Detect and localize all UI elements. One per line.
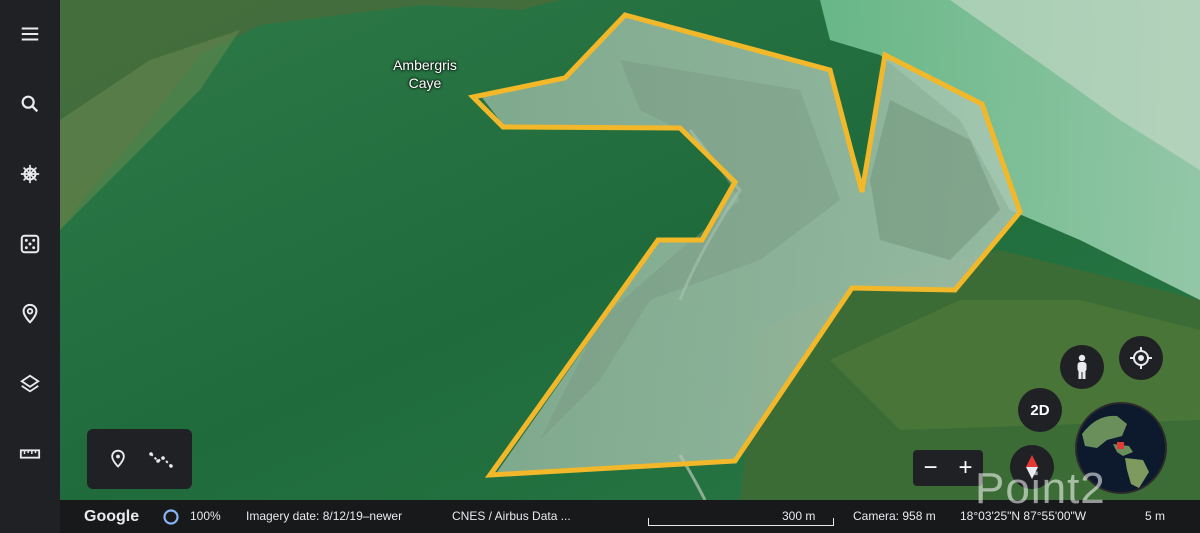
menu-icon bbox=[21, 27, 39, 41]
ruler-icon bbox=[19, 449, 41, 459]
point2-watermark: Point2 bbox=[975, 464, 1106, 513]
add-placemark-button[interactable] bbox=[102, 443, 134, 475]
my-location-button[interactable] bbox=[1119, 336, 1163, 380]
map-place-label: Ambergris Caye bbox=[370, 56, 480, 92]
data-attribution[interactable]: CNES / Airbus Data ... bbox=[452, 500, 571, 533]
place-label-line-2: Caye bbox=[408, 75, 442, 91]
loading-ring-icon bbox=[163, 509, 179, 525]
projects-button[interactable] bbox=[10, 294, 50, 334]
search-button[interactable] bbox=[10, 84, 50, 124]
zoom-controls: − + bbox=[913, 450, 983, 486]
search-icon bbox=[21, 95, 39, 113]
scale-bar bbox=[648, 518, 834, 526]
street-view-button[interactable] bbox=[1060, 345, 1104, 389]
loading-percent: 100% bbox=[190, 509, 221, 523]
path-icon bbox=[148, 452, 173, 468]
google-logo: Google bbox=[84, 508, 140, 525]
crosshair-icon bbox=[1130, 347, 1152, 369]
voyager-icon bbox=[20, 164, 40, 184]
zoom-out-button[interactable]: − bbox=[923, 450, 937, 486]
layers-icon bbox=[20, 374, 40, 393]
camera-altitude: Camera: 958 m bbox=[853, 509, 936, 523]
dice-icon bbox=[20, 234, 40, 254]
location-pin-icon bbox=[22, 303, 38, 324]
place-label-line-1: Ambergris bbox=[393, 57, 457, 73]
drawing-tools-panel bbox=[87, 429, 192, 489]
scale-label: 300 m bbox=[782, 509, 816, 523]
placemark-icon bbox=[111, 449, 126, 468]
pegman-icon bbox=[1077, 354, 1087, 379]
zoom-in-button[interactable]: + bbox=[958, 450, 972, 486]
voyager-button[interactable] bbox=[10, 154, 50, 194]
imagery-date: Imagery date: 8/12/19–newer bbox=[246, 509, 403, 523]
feeling-lucky-button[interactable] bbox=[10, 224, 50, 264]
map-style-button[interactable] bbox=[10, 364, 50, 404]
elevation: 5 m bbox=[1145, 509, 1166, 523]
menu-button[interactable] bbox=[10, 14, 50, 54]
loading-indicator bbox=[162, 500, 180, 533]
measure-button[interactable] bbox=[10, 434, 50, 474]
left-sidebar bbox=[0, 0, 60, 533]
add-path-button[interactable] bbox=[145, 443, 177, 475]
view-mode-toggle[interactable]: 2D bbox=[1018, 388, 1062, 432]
